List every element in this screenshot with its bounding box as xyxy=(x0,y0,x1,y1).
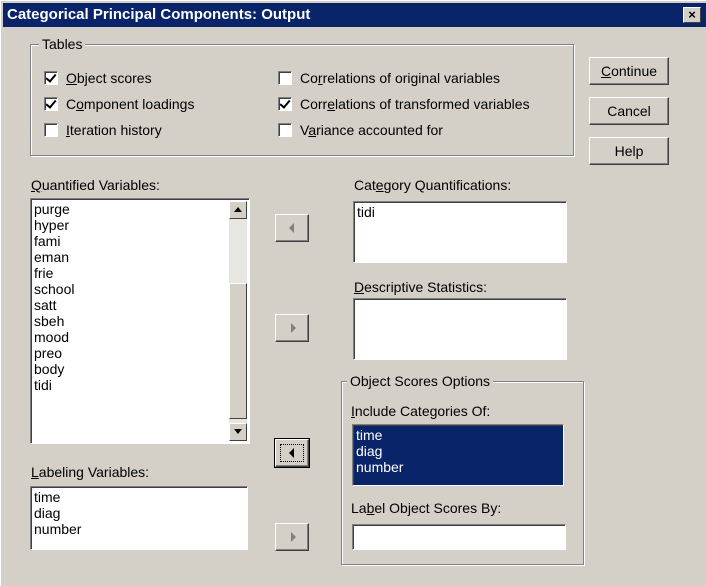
include-categories-list[interactable]: time diag number xyxy=(352,424,564,486)
label-object-scores-label: Label Object Scores By: xyxy=(351,500,502,516)
window-title: Categorical Principal Components: Output xyxy=(7,6,311,23)
right-arrow-icon xyxy=(291,532,296,542)
arrow-down-icon xyxy=(234,429,242,434)
checkbox-box[interactable] xyxy=(44,97,58,111)
category-quantifications-list[interactable]: tidi xyxy=(353,201,567,263)
labeling-variables-label: Labeling Variables: xyxy=(31,464,150,480)
list-item[interactable]: hyper xyxy=(34,217,246,233)
category-quantifications-label: Category Quantifications: xyxy=(354,177,512,193)
scroll-down-button[interactable] xyxy=(229,423,247,441)
list-item[interactable]: purge xyxy=(34,201,246,217)
list-item[interactable]: tidi xyxy=(34,377,246,393)
move-to-category-button[interactable] xyxy=(275,214,309,242)
close-button[interactable]: × xyxy=(683,7,701,23)
checkbox-box[interactable] xyxy=(44,71,58,85)
list-item[interactable]: satt xyxy=(34,297,246,313)
title-bar: Categorical Principal Components: Output… xyxy=(3,3,706,27)
left-arrow-icon xyxy=(289,448,294,458)
quantified-scrollbar[interactable] xyxy=(229,201,247,441)
label-object-scores-field[interactable] xyxy=(352,524,566,550)
list-item[interactable]: number xyxy=(34,521,244,537)
list-item[interactable]: diag xyxy=(34,505,244,521)
correlations-transformed-checkbox[interactable]: Correlations of transformed variables xyxy=(278,94,530,114)
checkbox-box[interactable] xyxy=(278,97,292,111)
scroll-thumb[interactable] xyxy=(229,283,247,419)
checkbox-box[interactable] xyxy=(278,123,292,137)
list-item[interactable]: number xyxy=(356,459,560,475)
list-item[interactable]: tidi xyxy=(357,204,563,220)
list-item[interactable]: body xyxy=(34,361,246,377)
checkbox-box[interactable] xyxy=(278,71,292,85)
cancel-button[interactable]: Cancel xyxy=(589,97,669,125)
tables-legend: Tables xyxy=(39,35,86,53)
list-item[interactable]: time xyxy=(34,489,244,505)
object-scores-options-group: Object Scores Options Include Categories… xyxy=(341,372,584,565)
arrow-up-icon xyxy=(234,207,242,212)
list-item[interactable]: eman xyxy=(34,249,246,265)
variance-accounted-checkbox[interactable]: Variance accounted for xyxy=(278,120,443,140)
correlations-original-checkbox[interactable]: Correlations of original variables xyxy=(278,68,500,88)
descriptive-statistics-list[interactable] xyxy=(353,298,567,360)
quantified-variables-label: Quantified Variables: xyxy=(31,177,160,193)
scroll-up-button[interactable] xyxy=(229,201,247,219)
object-scores-options-legend: Object Scores Options xyxy=(347,372,494,390)
list-item[interactable]: time xyxy=(356,427,560,443)
right-arrow-icon xyxy=(291,323,296,333)
include-categories-label: Include Categories Of: xyxy=(351,403,491,419)
quantified-variables-list[interactable]: purge hyper fami eman frie school satt sbeh mood… xyxy=(30,198,250,444)
list-item[interactable]: preo xyxy=(34,345,246,361)
list-item[interactable]: mood xyxy=(34,329,246,345)
move-to-descriptive-button[interactable] xyxy=(275,314,309,342)
output-dialog: Categorical Principal Components: Output… xyxy=(0,0,706,586)
list-item[interactable]: frie xyxy=(34,265,246,281)
list-item[interactable]: fami xyxy=(34,233,246,249)
list-item[interactable]: diag xyxy=(356,443,560,459)
labeling-variables-list[interactable]: time diag number xyxy=(30,486,248,550)
iteration-history-checkbox[interactable]: Iteration history xyxy=(44,120,162,140)
move-to-label-by-button[interactable] xyxy=(275,523,309,551)
left-arrow-icon xyxy=(289,223,294,233)
tables-group: Tables Object scores Component loadings … xyxy=(30,35,574,156)
object-scores-checkbox[interactable]: Object scores xyxy=(44,68,152,88)
help-button[interactable]: Help xyxy=(589,137,669,165)
list-item[interactable]: school xyxy=(34,281,246,297)
continue-button[interactable]: Continue xyxy=(589,57,669,85)
move-include-categories-button[interactable] xyxy=(274,438,310,468)
descriptive-statistics-label: Descriptive Statistics: xyxy=(354,279,488,295)
component-loadings-checkbox[interactable]: Component loadings xyxy=(44,94,194,114)
list-item[interactable]: sbeh xyxy=(34,313,246,329)
checkbox-box[interactable] xyxy=(44,123,58,137)
close-icon: × xyxy=(688,7,696,22)
